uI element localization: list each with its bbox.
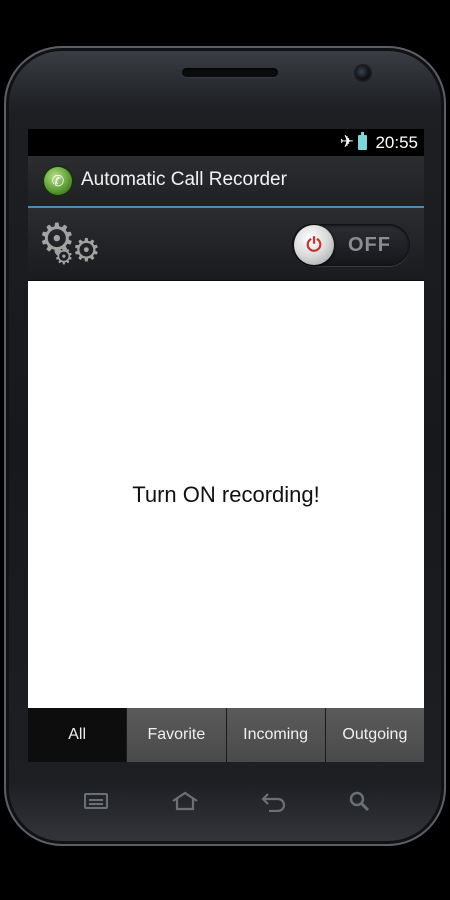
back-key[interactable]	[258, 788, 290, 814]
empty-state-message: Turn ON recording!	[132, 482, 320, 507]
home-key[interactable]	[169, 788, 201, 814]
power-icon: ⏻	[306, 234, 322, 256]
gear-icon: ⚙	[54, 244, 74, 269]
menu-key[interactable]	[80, 788, 112, 814]
toolbar: ⚙ ⚙ ⚙ ⏻ OFF	[28, 208, 424, 281]
recordings-list-area: Turn ON recording!	[28, 281, 424, 708]
earpiece-speaker	[182, 68, 278, 77]
tab-outgoing[interactable]: Outgoing	[324, 708, 424, 762]
search-key[interactable]	[344, 788, 376, 814]
recording-toggle[interactable]: ⏻ OFF	[292, 224, 410, 266]
menu-icon	[84, 793, 108, 809]
settings-button[interactable]: ⚙ ⚙ ⚙	[38, 216, 108, 272]
tab-favorite[interactable]: Favorite	[126, 708, 226, 762]
screen: ✈ 20:55 ✆ Automatic Call Recorder ⚙ ⚙ ⚙ …	[28, 129, 424, 762]
back-icon	[261, 793, 286, 812]
phone-icon: ✆	[44, 167, 72, 195]
hardware-keys	[28, 780, 424, 824]
toggle-knob[interactable]: ⏻	[294, 225, 334, 265]
gear-icon: ⚙	[72, 232, 101, 268]
app-title: Automatic Call Recorder	[81, 169, 287, 190]
search-icon	[349, 791, 370, 812]
status-bar: ✈ 20:55	[28, 129, 424, 156]
front-camera	[356, 66, 370, 80]
airplane-mode-icon: ✈	[339, 132, 354, 151]
battery-icon	[358, 132, 367, 150]
status-time: 20:55	[375, 133, 418, 152]
home-icon	[172, 791, 198, 811]
toggle-state-label: OFF	[348, 234, 391, 256]
tab-all[interactable]: All	[28, 708, 127, 762]
filter-tabs: All Favorite Incoming Outgoing	[28, 708, 424, 762]
app-title-bar: ✆ Automatic Call Recorder	[28, 156, 424, 208]
tab-incoming[interactable]: Incoming	[225, 708, 325, 762]
